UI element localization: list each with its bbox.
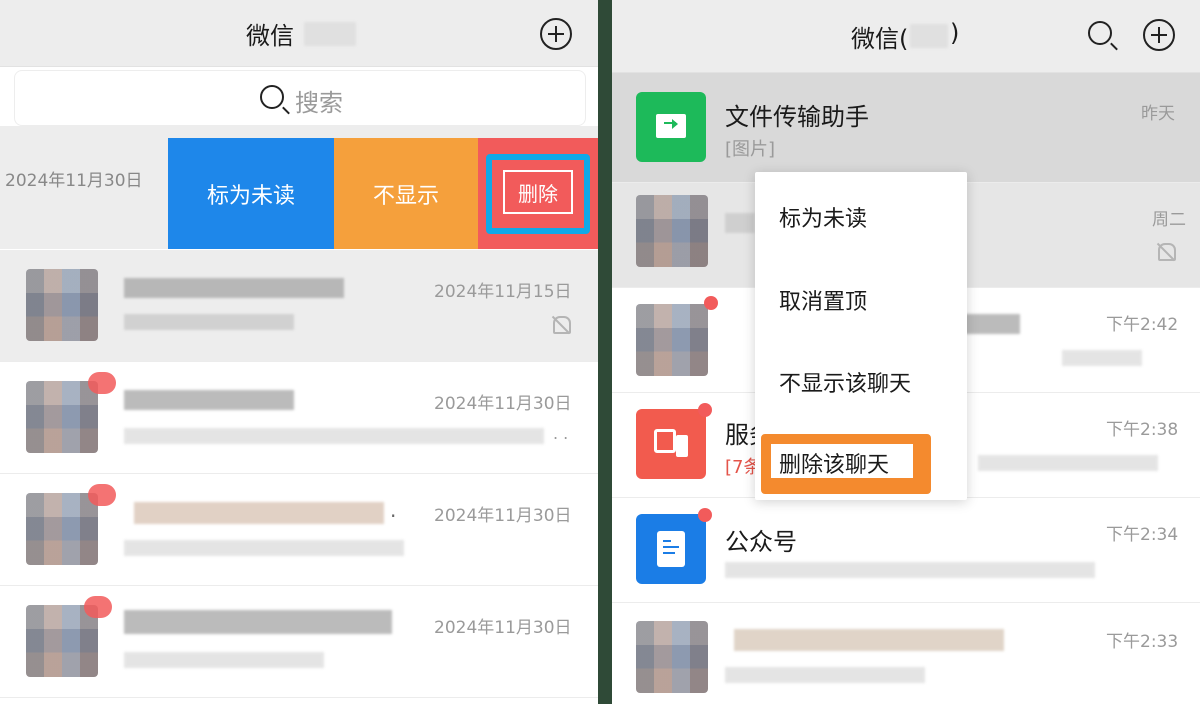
search-icon[interactable] xyxy=(1088,21,1112,45)
search-divider xyxy=(0,126,598,138)
chat-avatar xyxy=(636,621,708,693)
chat-name-blurred xyxy=(725,213,755,233)
right-header-title-suffix: ) xyxy=(950,19,960,47)
chat-avatar xyxy=(26,493,98,565)
chat-preview-blurred xyxy=(124,652,324,668)
chat-preview-blurred xyxy=(1062,350,1142,366)
chat-time: 下午2:33 xyxy=(1106,632,1179,652)
menu-item-hide-chat[interactable]: 不显示该聊天 xyxy=(779,366,911,398)
right-phone-screen: 微信( ) 文件传输助手 [图片] 昨天 周二 下午2:42 服务 [7条 下午… xyxy=(612,0,1200,704)
bell-off-icon xyxy=(553,316,571,334)
chat-name-trailing: . xyxy=(390,498,397,522)
context-menu: 标为未读 取消置顶 不显示该聊天 删除该聊天 xyxy=(755,172,967,500)
chat-row[interactable]: 2024年11月30日 . xyxy=(0,474,598,586)
unread-dot xyxy=(698,508,712,522)
chat-preview-blurred xyxy=(725,562,1095,578)
chat-name-blurred xyxy=(964,314,1020,334)
right-header: 微信( ) xyxy=(612,0,1200,73)
unread-dot xyxy=(704,296,718,310)
hide-label: 不显示 xyxy=(372,183,439,209)
menu-item-unpin[interactable]: 取消置顶 xyxy=(779,284,867,316)
search-icon xyxy=(260,85,284,109)
chat-time: 昨天 xyxy=(1141,104,1175,124)
chat-preview: [图片] xyxy=(725,139,776,160)
search-placeholder: 搜索 xyxy=(295,89,343,117)
chat-name: 公众号 xyxy=(725,528,797,556)
chat-time: 2024年11月15日 xyxy=(434,282,572,302)
chat-row[interactable]: 下午2:33 xyxy=(612,603,1200,704)
delete-label: 删除 xyxy=(518,181,558,206)
chat-time: 2024年11月30日 xyxy=(434,506,572,526)
chat-row[interactable]: 2024年11月30日 . . xyxy=(0,362,598,474)
swiped-row-time: 2024年11月30日 xyxy=(5,171,143,191)
chat-row-file-transfer[interactable]: 文件传输助手 [图片] 昨天 xyxy=(612,73,1200,183)
chat-avatar xyxy=(26,269,98,341)
chat-preview-trailing: . . xyxy=(553,424,569,443)
chat-name-blurred xyxy=(124,278,344,298)
chat-time: 2024年11月30日 xyxy=(434,618,572,638)
chat-time: 2024年11月30日 xyxy=(434,394,572,414)
delete-button[interactable]: 删除 xyxy=(478,138,598,249)
chat-preview-blurred xyxy=(978,455,1158,471)
left-header: 微信 xyxy=(0,0,598,67)
service-message-icon xyxy=(636,409,706,479)
chat-name-blurred xyxy=(734,629,1004,651)
chat-time: 下午2:38 xyxy=(1106,420,1179,440)
chat-name-blurred xyxy=(124,610,392,634)
unread-badge xyxy=(84,596,112,618)
chat-avatar xyxy=(636,195,708,267)
unread-dot xyxy=(698,403,712,417)
right-header-count-blurred xyxy=(910,24,948,48)
unread-badge xyxy=(88,372,116,394)
menu-item-mark-unread[interactable]: 标为未读 xyxy=(779,201,867,233)
folder-arrow-icon xyxy=(636,92,706,162)
chat-preview-blurred xyxy=(124,314,294,330)
chat-row[interactable]: 2024年11月15日 xyxy=(0,250,598,362)
hide-button[interactable]: 不显示 xyxy=(334,138,478,249)
chat-row[interactable]: 2024年11月30日 xyxy=(0,586,598,698)
unread-badge xyxy=(88,484,116,506)
menu-item-delete-chat[interactable]: 删除该聊天 xyxy=(779,447,889,479)
right-header-title: 微信( xyxy=(851,25,909,53)
chat-time: 下午2:34 xyxy=(1106,525,1179,545)
chat-preview-blurred xyxy=(124,540,404,556)
chat-name: 文件传输助手 xyxy=(725,103,869,131)
chat-time: 下午2:42 xyxy=(1106,315,1179,335)
add-icon[interactable] xyxy=(1143,19,1175,51)
document-icon xyxy=(636,514,706,584)
search-bar[interactable]: 搜索 xyxy=(14,70,586,126)
mark-unread-button[interactable]: 标为未读 xyxy=(168,138,334,249)
bell-off-icon xyxy=(1158,243,1176,261)
chat-preview-blurred xyxy=(725,667,925,683)
delete-inner-box: 删除 xyxy=(503,170,573,214)
left-header-count-blurred xyxy=(304,22,356,46)
chat-preview-blurred xyxy=(124,428,544,444)
mark-unread-label: 标为未读 xyxy=(206,183,295,209)
chat-avatar xyxy=(26,381,98,453)
swiped-chat-row[interactable]: 2024年11月30日 标为未读 不显示 删除 xyxy=(0,138,598,249)
chat-name-blurred xyxy=(134,502,384,524)
chat-avatar xyxy=(26,605,98,677)
left-header-title: 微信 xyxy=(246,22,294,50)
left-phone-screen: 微信 搜索 2024年11月30日 标为未读 不显示 删除 2024年11月15… xyxy=(0,0,598,704)
chat-row-official-accounts[interactable]: 公众号 下午2:34 xyxy=(612,498,1200,603)
chat-name-blurred xyxy=(124,390,294,410)
chat-time: 周二 xyxy=(1152,210,1186,230)
add-icon[interactable] xyxy=(540,18,572,50)
chat-avatar xyxy=(636,304,708,376)
